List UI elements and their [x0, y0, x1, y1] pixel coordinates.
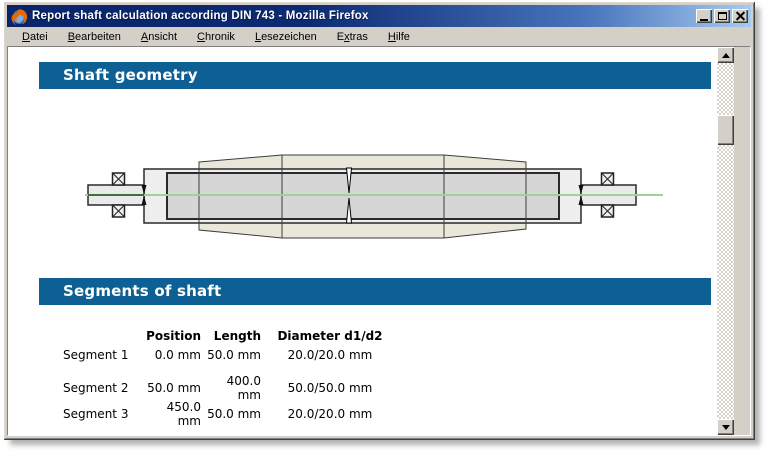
minimize-button[interactable] [696, 9, 712, 23]
minimize-icon [700, 19, 708, 21]
segment-position: 0.0 mm [141, 348, 201, 362]
menu-item-bearbeiten[interactable]: Bearbeiten [61, 29, 128, 45]
segment-label: Segment 3 [63, 407, 141, 421]
window-title: Report shaft calculation according DIN 7… [32, 10, 696, 22]
menu-item-ansicht[interactable]: Ansicht [134, 29, 184, 45]
section-title: Segments of shaft [63, 282, 221, 300]
segment-length: 400.0 mm [201, 374, 261, 402]
scroll-up-button[interactable] [717, 47, 734, 63]
report-page: Shaft geometry Segments of shaft Positio… [8, 47, 717, 435]
maximize-button[interactable] [714, 9, 730, 23]
segment-diameter: 50.0/50.0 mm [265, 381, 395, 395]
menu-bar: Datei Bearbeiten Ansicht Chronik Lesezei… [7, 27, 751, 46]
segment-label: Segment 2 [63, 381, 141, 395]
menu-item-lesezeichen[interactable]: Lesezeichen [248, 29, 324, 45]
section-title: Shaft geometry [63, 66, 198, 84]
content-area: Shaft geometry Segments of shaft Positio… [7, 46, 751, 436]
browser-window: Report shaft calculation according DIN 7… [3, 1, 755, 440]
section-header-segments: Segments of shaft [39, 278, 711, 305]
firefox-icon [11, 8, 28, 25]
table-row-segment-3: Segment 3 450.0 mm 50.0 mm 20.0/20.0 mm [63, 400, 395, 416]
segment-diameter: 20.0/20.0 mm [265, 348, 395, 362]
scroll-down-button[interactable] [717, 419, 734, 435]
segment-length: 50.0 mm [201, 407, 261, 421]
segment-label: Segment 1 [63, 348, 141, 362]
segments-table-header: Position Length Diameter d1/d2 [63, 328, 395, 344]
menu-item-extras[interactable]: Extras [330, 29, 375, 45]
menu-item-hilfe[interactable]: Hilfe [381, 29, 417, 45]
menu-item-chronik[interactable]: Chronik [190, 29, 242, 45]
vertical-scrollbar [717, 47, 734, 435]
section-header-shaft-geometry: Shaft geometry [39, 62, 711, 89]
arrow-up-icon [722, 53, 730, 58]
title-bar[interactable]: Report shaft calculation according DIN 7… [7, 5, 751, 27]
arrow-down-icon [722, 425, 730, 430]
segment-length: 50.0 mm [201, 348, 261, 362]
scrollbar-track[interactable] [717, 63, 734, 419]
maximize-icon [718, 12, 727, 20]
col-header-position: Position [141, 329, 201, 343]
segment-diameter: 20.0/20.0 mm [265, 407, 395, 421]
close-icon [736, 12, 745, 20]
scrollbar-thumb[interactable] [717, 115, 734, 145]
table-row-segment-2: Segment 2 50.0 mm 400.0 mm 50.0/50.0 mm [63, 374, 395, 390]
col-header-diameter: Diameter d1/d2 [265, 329, 395, 343]
close-button[interactable] [732, 9, 748, 23]
segment-position: 450.0 mm [141, 400, 201, 428]
segment-position: 50.0 mm [141, 381, 201, 395]
col-header-length: Length [201, 329, 261, 343]
menu-item-datei[interactable]: Datei [15, 29, 55, 45]
table-row-segment-1: Segment 1 0.0 mm 50.0 mm 20.0/20.0 mm [63, 347, 395, 363]
